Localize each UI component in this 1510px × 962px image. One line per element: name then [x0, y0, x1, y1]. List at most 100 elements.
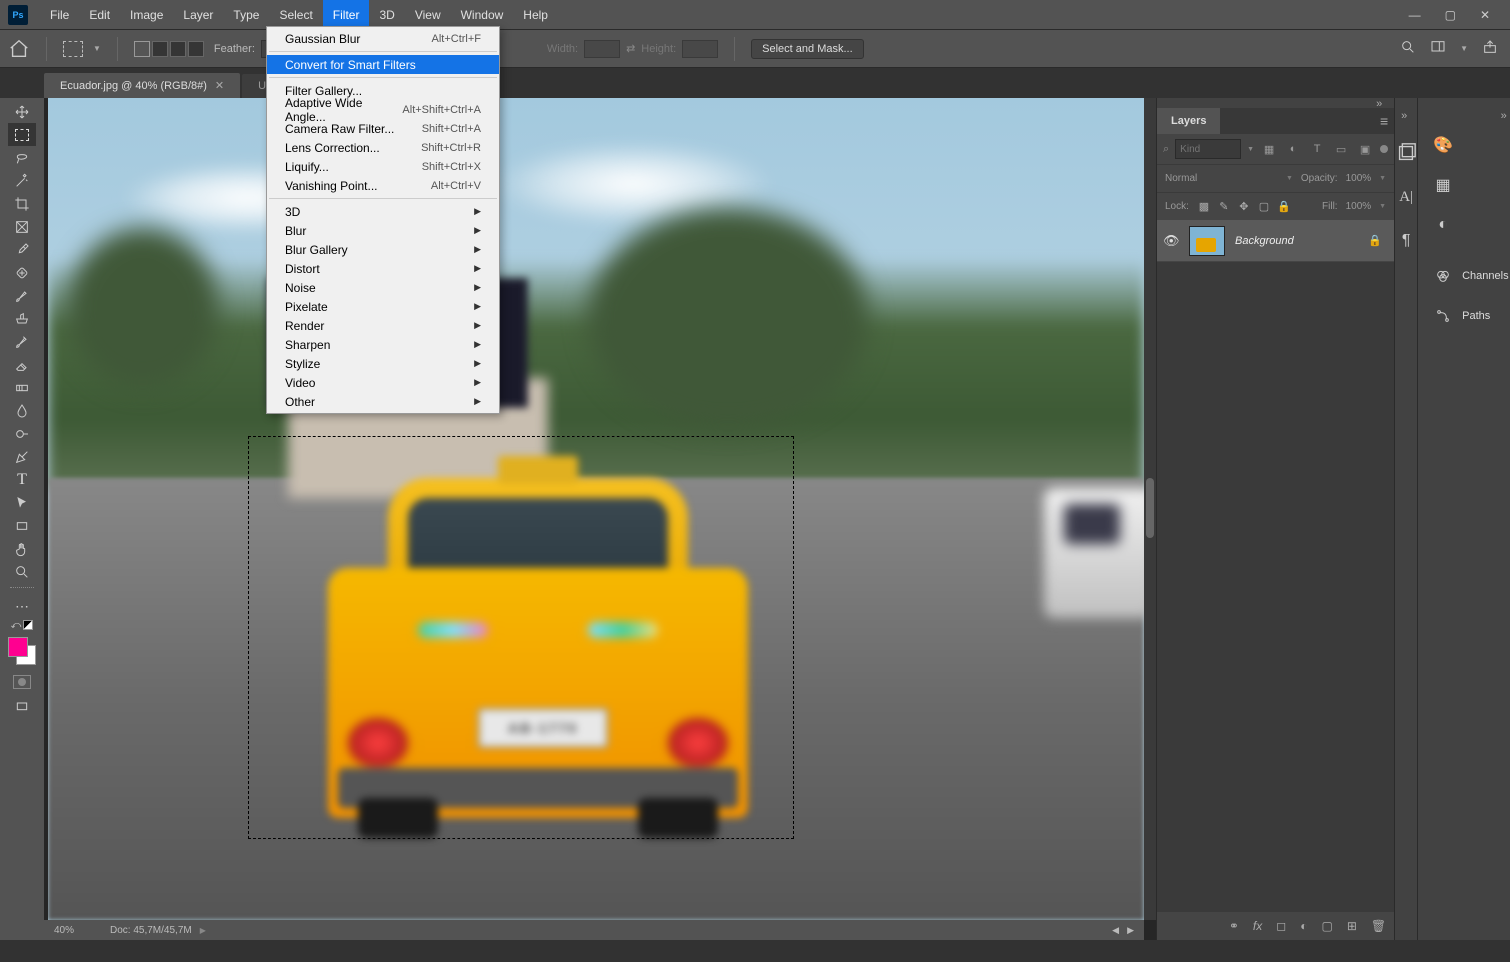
brush-tool-icon[interactable] [8, 284, 36, 307]
filter-sub-render[interactable]: Render▶ [267, 316, 499, 335]
chevron-down-icon[interactable]: ▼ [1460, 44, 1468, 53]
layer-row[interactable]: 👁 Background 🔒 [1157, 220, 1394, 262]
collapse-icon[interactable]: » [1501, 110, 1510, 120]
rectangle-tool-icon[interactable] [8, 514, 36, 537]
foreground-color-swatch[interactable] [8, 637, 28, 657]
layer-mask-icon[interactable]: ◻ [1276, 919, 1286, 933]
filter-pixel-icon[interactable]: ▦ [1260, 140, 1278, 158]
lock-pixels-icon[interactable]: ✎ [1217, 200, 1231, 213]
lasso-tool-icon[interactable] [8, 146, 36, 169]
zoom-level[interactable]: 40% [54, 925, 102, 936]
screen-mode-icon[interactable] [8, 695, 36, 718]
lock-artboard-icon[interactable]: ▢ [1257, 200, 1271, 213]
lock-all-icon[interactable]: 🔒 [1277, 200, 1291, 213]
menu-file[interactable]: File [40, 0, 79, 30]
gradient-tool-icon[interactable] [8, 376, 36, 399]
search-icon[interactable] [1400, 39, 1416, 58]
clone-stamp-tool-icon[interactable] [8, 307, 36, 330]
maximize-button[interactable]: ▢ [1445, 8, 1456, 22]
chevron-right-icon[interactable]: ▶ [200, 926, 206, 935]
color-panel-tab[interactable]: 🎨 [1424, 130, 1462, 160]
layer-lock-icon[interactable]: 🔒 [1368, 234, 1382, 247]
pen-tool-icon[interactable] [8, 445, 36, 468]
paths-panel-tab[interactable]: Paths [1424, 301, 1498, 331]
chevron-down-icon[interactable]: ▼ [1247, 146, 1254, 153]
selection-new-icon[interactable] [134, 41, 150, 57]
width-input[interactable] [584, 40, 620, 58]
scroll-left-icon[interactable]: ◀ [1112, 925, 1119, 936]
lock-position-icon[interactable]: ✥ [1237, 200, 1251, 213]
collapse-icon[interactable]: » [1401, 110, 1413, 120]
opacity-value[interactable]: 100% [1346, 173, 1372, 184]
menu-edit[interactable]: Edit [79, 0, 120, 30]
filter-sub-blur-gallery[interactable]: Blur Gallery▶ [267, 240, 499, 259]
blur-tool-icon[interactable] [8, 399, 36, 422]
workspace-icon[interactable] [1430, 39, 1446, 58]
move-tool-icon[interactable] [8, 100, 36, 123]
tool-preset-icon[interactable] [63, 41, 83, 57]
vertical-scrollbar[interactable] [1144, 98, 1156, 920]
history-panel-icon[interactable] [1395, 142, 1417, 164]
channels-panel-tab[interactable]: Channels [1424, 261, 1510, 291]
filter-sub-video[interactable]: Video▶ [267, 373, 499, 392]
fill-value[interactable]: 100% [1346, 201, 1372, 212]
menu-image[interactable]: Image [120, 0, 173, 30]
selection-subtract-icon[interactable] [170, 41, 186, 57]
healing-tool-icon[interactable] [8, 261, 36, 284]
share-icon[interactable] [1482, 39, 1498, 58]
frame-tool-icon[interactable] [8, 215, 36, 238]
tab-close-icon[interactable]: ✕ [215, 79, 224, 92]
menu-layer[interactable]: Layer [173, 0, 223, 30]
filter-convert-smart[interactable]: Convert for Smart Filters [267, 55, 499, 74]
color-swatches[interactable] [6, 637, 38, 669]
layer-kind-filter[interactable] [1175, 139, 1241, 159]
hand-tool-icon[interactable] [8, 537, 36, 560]
filter-adjust-icon[interactable]: ◐ [1284, 140, 1302, 158]
selection-intersect-icon[interactable] [188, 41, 204, 57]
chevron-down-icon[interactable]: ▼ [93, 44, 101, 53]
filter-sub-other[interactable]: Other▶ [267, 392, 499, 411]
home-icon[interactable] [8, 38, 30, 60]
filter-smart-icon[interactable]: ▣ [1356, 140, 1374, 158]
filter-vanishing-point[interactable]: Vanishing Point...Alt+Ctrl+V [267, 176, 499, 195]
dodge-tool-icon[interactable] [8, 422, 36, 445]
filter-sub-noise[interactable]: Noise▶ [267, 278, 499, 297]
filter-sub-sharpen[interactable]: Sharpen▶ [267, 335, 499, 354]
eyedropper-tool-icon[interactable] [8, 238, 36, 261]
scroll-right-icon[interactable]: ▶ [1127, 925, 1134, 936]
swatches-panel-tab[interactable]: ▦ [1424, 170, 1462, 200]
lock-transparency-icon[interactable]: ▩ [1197, 200, 1211, 213]
filter-adaptive-wide-angle[interactable]: Adaptive Wide Angle...Alt+Shift+Ctrl+A [267, 100, 499, 119]
menu-help[interactable]: Help [513, 0, 558, 30]
filter-shape-icon[interactable]: ▭ [1332, 140, 1350, 158]
new-layer-icon[interactable]: ⊞ [1347, 919, 1357, 933]
close-button[interactable]: ✕ [1480, 8, 1490, 22]
character-panel-icon[interactable]: A| [1395, 186, 1417, 208]
magic-wand-tool-icon[interactable] [8, 169, 36, 192]
blend-mode-select[interactable]: Normal [1165, 173, 1278, 184]
path-selection-tool-icon[interactable] [8, 491, 36, 514]
chevron-down-icon[interactable]: ▼ [1286, 175, 1293, 182]
layers-tab[interactable]: Layers [1157, 108, 1220, 134]
type-tool-icon[interactable]: T [8, 468, 36, 491]
filter-camera-raw[interactable]: Camera Raw Filter...Shift+Ctrl+A [267, 119, 499, 138]
zoom-tool-icon[interactable] [8, 560, 36, 583]
history-brush-tool-icon[interactable] [8, 330, 36, 353]
layer-group-icon[interactable]: ▢ [1321, 919, 1332, 933]
link-layers-icon[interactable]: ⚭ [1229, 919, 1239, 933]
filter-sub-3d[interactable]: 3D▶ [267, 202, 499, 221]
chevron-down-icon[interactable]: ▼ [1379, 175, 1386, 182]
delete-layer-icon[interactable]: 🗑 [1371, 919, 1386, 933]
filter-lens-correction[interactable]: Lens Correction...Shift+Ctrl+R [267, 138, 499, 157]
menu-type[interactable]: Type [223, 0, 269, 30]
filter-sub-pixelate[interactable]: Pixelate▶ [267, 297, 499, 316]
adjustments-panel-tab[interactable]: ◐ [1424, 210, 1462, 240]
panel-menu-icon[interactable]: ≡ [1380, 113, 1394, 129]
adjustment-layer-icon[interactable]: ◐ [1300, 919, 1307, 933]
default-colors-icon[interactable] [23, 620, 33, 630]
layer-name-label[interactable]: Background [1235, 235, 1294, 247]
filter-toggle[interactable] [1380, 145, 1388, 153]
collapse-panel-icon[interactable]: » [1376, 98, 1388, 108]
minimize-button[interactable]: — [1409, 8, 1421, 22]
edit-toolbar-icon[interactable]: ⋯ [8, 595, 36, 618]
